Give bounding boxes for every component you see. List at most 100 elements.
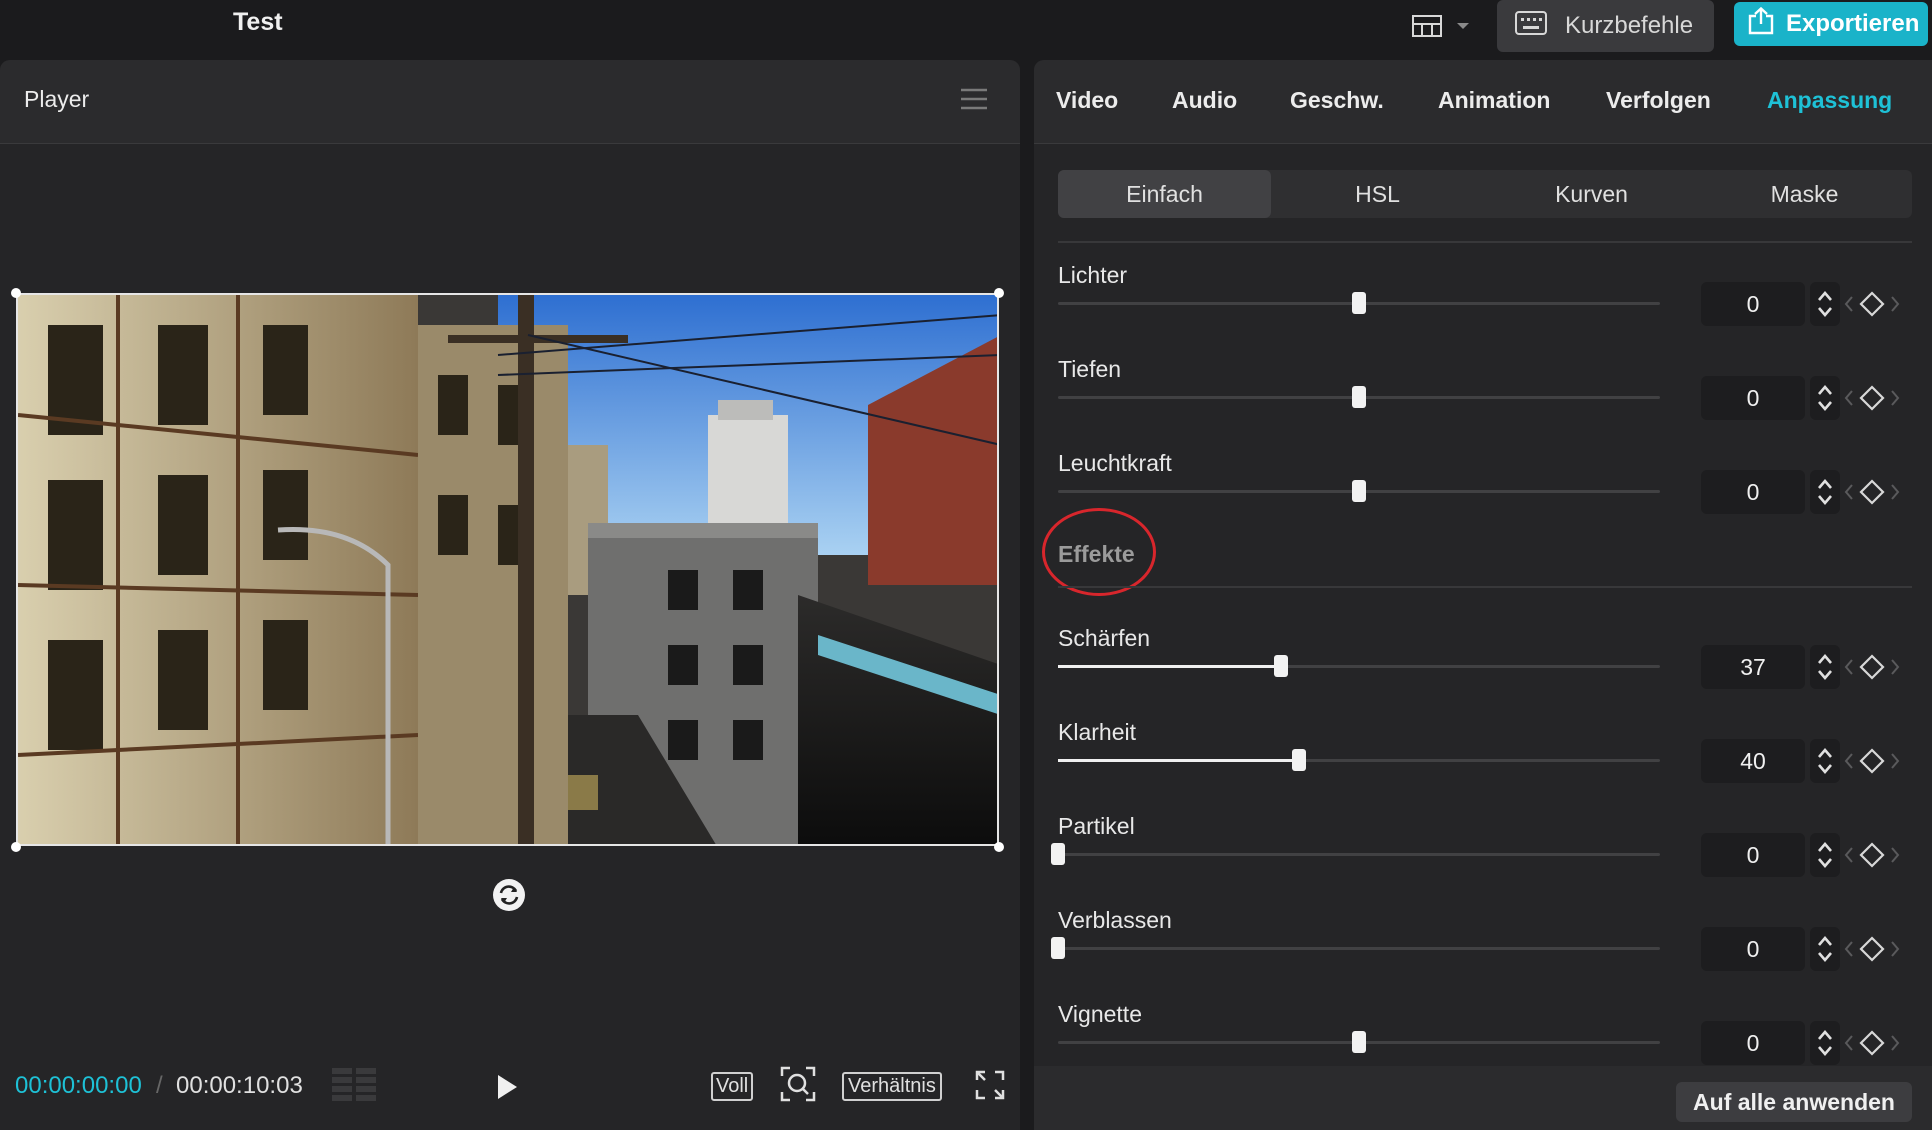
divider	[1058, 586, 1912, 588]
timecode-separator: /	[156, 1072, 163, 1099]
slider-track[interactable]	[1058, 1031, 1660, 1053]
inspector-panel: Video Audio Geschw. Animation Verfolgen …	[1034, 60, 1932, 1130]
keyframe-icon[interactable]	[1844, 382, 1900, 419]
slider-track[interactable]	[1058, 655, 1660, 677]
keyframe-icon[interactable]	[1844, 745, 1900, 782]
slider-row-lichter: Lichter 0	[1058, 262, 1932, 352]
stepper-icon[interactable]	[1810, 376, 1840, 420]
stepper-icon[interactable]	[1810, 927, 1840, 971]
slider-track[interactable]	[1058, 749, 1660, 771]
value-input[interactable]: 0	[1701, 833, 1805, 877]
apply-to-all-button[interactable]: Auf alle anwenden	[1676, 1082, 1912, 1122]
inspector-tabs: Video Audio Geschw. Animation Verfolgen …	[1034, 60, 1932, 144]
crop-handle-top-right[interactable]	[994, 288, 1004, 298]
tab-video[interactable]: Video	[1056, 87, 1118, 114]
slider-label: Klarheit	[1058, 719, 1136, 745]
slider-thumb[interactable]	[1051, 843, 1065, 865]
slider-row-tiefen: Tiefen 0	[1058, 356, 1932, 446]
slider-row-schärfen: Schärfen 37	[1058, 625, 1932, 715]
subtab-hsl[interactable]: HSL	[1271, 170, 1484, 218]
value-input[interactable]: 0	[1701, 1021, 1805, 1065]
tab-speed[interactable]: Geschw.	[1290, 87, 1384, 114]
slider-track[interactable]	[1058, 480, 1660, 502]
keyframe-icon[interactable]	[1844, 933, 1900, 970]
slider-fill	[1058, 759, 1299, 762]
tab-audio[interactable]: Audio	[1172, 87, 1237, 114]
slider-thumb[interactable]	[1352, 292, 1366, 314]
effects-section-heading: Effekte	[1058, 541, 1135, 567]
keyframe-icon[interactable]	[1844, 839, 1900, 876]
adjustment-subtabs: Einfach HSL Kurven Maske	[1058, 170, 1912, 218]
keyframe-icon[interactable]	[1844, 288, 1900, 325]
value-input[interactable]: 37	[1701, 645, 1805, 689]
menu-icon[interactable]	[960, 88, 988, 115]
value-input[interactable]: 0	[1701, 376, 1805, 420]
fullscreen-icon[interactable]	[975, 1070, 1005, 1105]
stepper-icon[interactable]	[1810, 739, 1840, 783]
crop-handle-top-left[interactable]	[11, 288, 21, 298]
slider-label: Vignette	[1058, 1001, 1142, 1027]
play-icon[interactable]	[496, 1074, 518, 1105]
quality-full-button[interactable]: Voll	[711, 1072, 754, 1101]
stepper-icon[interactable]	[1810, 645, 1840, 689]
tab-tracking[interactable]: Verfolgen	[1606, 87, 1711, 114]
slider-thumb[interactable]	[1051, 937, 1065, 959]
slider-thumb[interactable]	[1352, 386, 1366, 408]
export-button[interactable]: Exportieren	[1734, 2, 1928, 46]
player-header: Player	[0, 60, 1020, 144]
slider-thumb[interactable]	[1352, 1031, 1366, 1053]
player-panel: Player 00:00:00:00 / 00:00:10:03 Voll Ve…	[0, 60, 1020, 1130]
chevron-down-icon	[1456, 21, 1470, 31]
slider-row-klarheit: Klarheit 40	[1058, 719, 1932, 809]
keyframe-icon[interactable]	[1844, 476, 1900, 513]
divider	[1058, 241, 1912, 243]
subtab-curves[interactable]: Kurven	[1485, 170, 1698, 218]
current-timecode: 00:00:00:00	[15, 1072, 142, 1099]
grid-icon[interactable]	[332, 1068, 378, 1107]
layout-icon	[1412, 15, 1442, 37]
slider-track[interactable]	[1051, 937, 1660, 959]
slider-fill	[1058, 665, 1281, 668]
stepper-icon[interactable]	[1810, 470, 1840, 514]
slider-label: Partikel	[1058, 813, 1135, 839]
screenshot-icon[interactable]	[780, 1066, 816, 1107]
slider-thumb[interactable]	[1291, 749, 1306, 771]
layout-button[interactable]	[1412, 6, 1482, 46]
tab-animation[interactable]: Animation	[1438, 87, 1550, 114]
slider-label: Lichter	[1058, 262, 1128, 288]
tab-adjustment[interactable]: Anpassung	[1767, 87, 1892, 114]
project-title: Test	[233, 8, 283, 36]
value-input[interactable]: 0	[1701, 282, 1805, 326]
keyframe-icon[interactable]	[1844, 651, 1900, 688]
value-input[interactable]: 0	[1701, 927, 1805, 971]
aspect-ratio-button[interactable]: Verhältnis	[842, 1072, 942, 1101]
stepper-icon[interactable]	[1810, 1021, 1840, 1065]
slider-label: Verblassen	[1058, 907, 1172, 933]
slider-label: Tiefen	[1058, 356, 1122, 382]
crop-handle-bottom-left[interactable]	[11, 842, 21, 852]
keyboard-icon	[1515, 10, 1547, 42]
export-label: Exportieren	[1786, 10, 1920, 37]
video-preview[interactable]	[16, 293, 999, 846]
total-timecode: 00:00:10:03	[176, 1072, 303, 1099]
shortcuts-button[interactable]: Kurzbefehle	[1497, 0, 1714, 52]
stepper-icon[interactable]	[1810, 833, 1840, 877]
subtab-basic[interactable]: Einfach	[1058, 170, 1271, 218]
player-title: Player	[24, 86, 90, 112]
keyframe-icon[interactable]	[1844, 1027, 1900, 1064]
video-frame-image	[18, 295, 997, 844]
export-icon	[1748, 6, 1774, 42]
slider-track[interactable]	[1051, 843, 1660, 865]
stepper-icon[interactable]	[1810, 282, 1840, 326]
value-input[interactable]: 40	[1701, 739, 1805, 783]
slider-thumb[interactable]	[1273, 655, 1288, 677]
slider-row-verblassen: Verblassen 0	[1051, 907, 1932, 997]
crop-handle-bottom-right[interactable]	[994, 842, 1004, 852]
slider-label: Leuchtkraft	[1058, 450, 1172, 476]
slider-track[interactable]	[1058, 386, 1660, 408]
value-input[interactable]: 0	[1701, 470, 1805, 514]
subtab-mask[interactable]: Maske	[1698, 170, 1911, 218]
slider-thumb[interactable]	[1352, 480, 1366, 502]
rotate-icon[interactable]	[492, 878, 526, 917]
slider-track[interactable]	[1058, 292, 1660, 314]
